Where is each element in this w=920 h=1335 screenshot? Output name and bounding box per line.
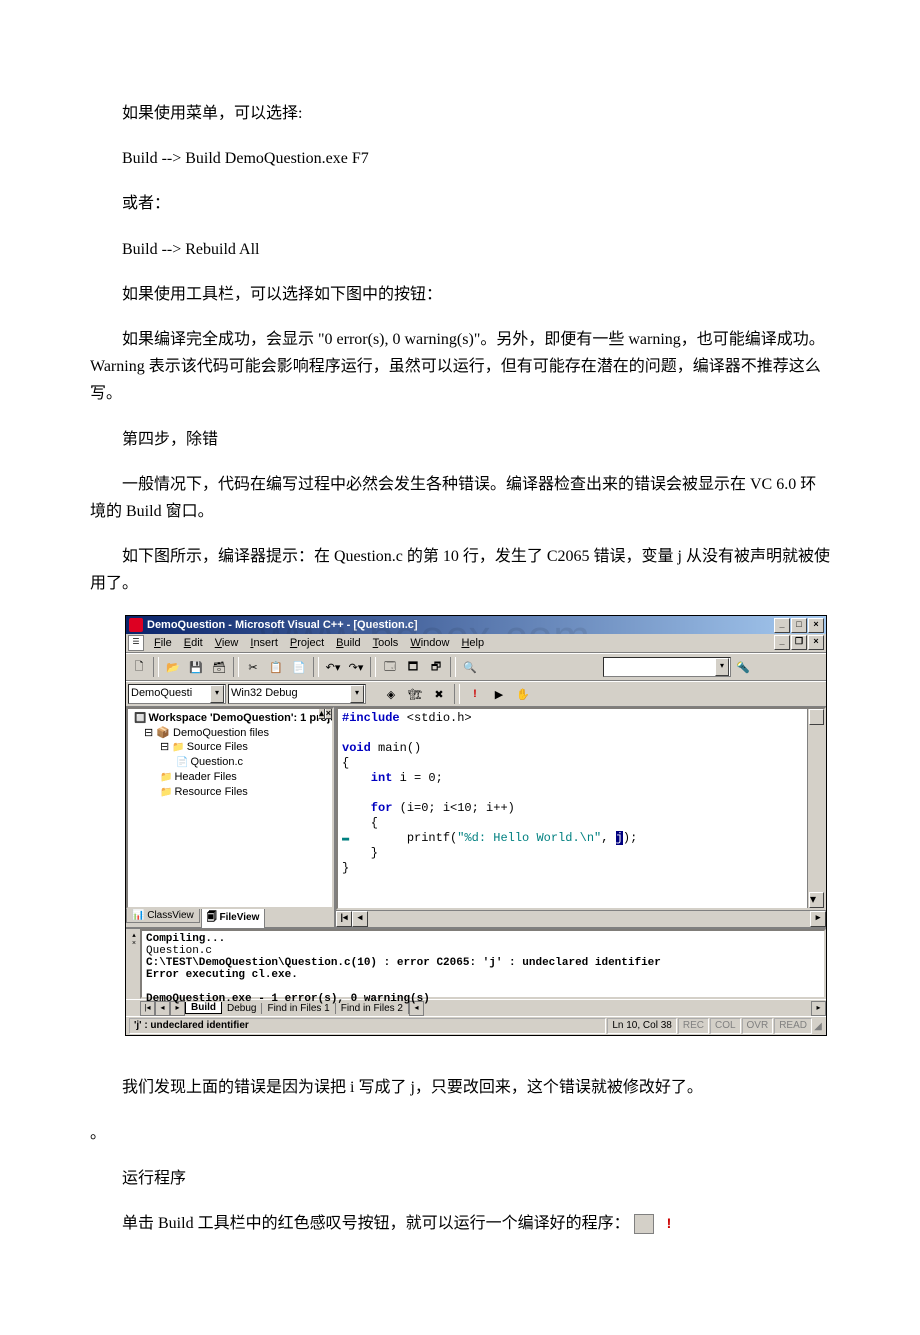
paragraph: 运行程序 (90, 1165, 830, 1192)
redo-icon[interactable]: ↷▾ (345, 656, 367, 678)
paragraph: 如果使用菜单，可以选择: (90, 100, 830, 127)
breakpoint-icon[interactable]: ✋ (512, 683, 534, 705)
status-read: READ (774, 1018, 812, 1034)
cut-icon[interactable]: ✂ (242, 656, 264, 678)
stop-build-icon[interactable]: ✖ (428, 683, 450, 705)
workspace-tree[interactable]: ▴× Workspace 'DemoQuestion': 1 project(s… (126, 707, 334, 909)
app-icon (129, 618, 143, 632)
saveall-icon[interactable]: 🗃 (208, 656, 230, 678)
menu-file[interactable]: File (148, 636, 178, 650)
tree-source-folder[interactable]: ⊟ Source Files (130, 740, 330, 755)
workspace-pane: ▴× Workspace 'DemoQuestion': 1 project(s… (126, 707, 336, 927)
tree-header-folder[interactable]: Header Files (130, 770, 330, 785)
tree-resource-folder[interactable]: Resource Files (130, 785, 330, 800)
out-nav-scroll-r[interactable]: ▸ (811, 1001, 826, 1016)
project-combo[interactable]: DemoQuesti (128, 684, 226, 704)
find-icon[interactable]: 🔍 (459, 656, 481, 678)
child-minimize-button[interactable]: _ (774, 635, 790, 650)
paragraph: 第四步，除错 (90, 426, 830, 453)
output-icon[interactable]: 🗖 (402, 656, 424, 678)
compile-icon[interactable]: ◈ (380, 683, 402, 705)
child-restore-button[interactable]: ❐ (791, 635, 807, 650)
status-lncol: Ln 10, Col 38 (607, 1018, 677, 1034)
copy-icon[interactable]: 📋 (265, 656, 287, 678)
paragraph: 如下图所示，编译器提示：在 Question.c 的第 10 行，发生了 C20… (90, 543, 830, 597)
code-editor[interactable]: #include <stdio.h> void main() { int i =… (336, 707, 826, 910)
status-col: COL (710, 1018, 741, 1034)
menu-window[interactable]: Window (404, 636, 455, 650)
tab-classview[interactable]: 📊 ClassView (126, 909, 200, 923)
spacer (90, 1036, 830, 1056)
status-rec: REC (678, 1018, 709, 1034)
output-pane: ▴×Compiling... Question.c C:\TEST\DemoQu… (126, 927, 826, 1016)
status-message: 'j' : undeclared identifier (129, 1018, 606, 1034)
menu-edit[interactable]: Edit (178, 636, 209, 650)
close-button[interactable]: × (808, 618, 824, 633)
menu-bar: ☰ File Edit View Insert Project Build To… (126, 634, 826, 653)
paragraph: 一般情况下，代码在编写过程中必然会发生各种错误。编译器检查出来的错误会被显示在 … (90, 471, 830, 525)
status-ovr: OVR (742, 1018, 774, 1034)
tree-question-c[interactable]: Question.c (130, 755, 330, 770)
paragraph: Build --> Rebuild All (90, 236, 830, 263)
menu-view[interactable]: View (209, 636, 245, 650)
paragraph: 单击 Build 工具栏中的红色感叹号按钮，就可以运行一个编译好的程序： ! (90, 1210, 830, 1237)
open-icon[interactable]: 📂 (162, 656, 184, 678)
maximize-button[interactable]: □ (791, 618, 807, 633)
go-icon[interactable]: ▶ (488, 683, 510, 705)
mdi-doc-icon[interactable]: ☰ (128, 635, 144, 651)
window-title: DemoQuestion - Microsoft Visual C++ - [Q… (147, 619, 418, 631)
execute-icon-inline: ! (634, 1214, 654, 1234)
undo-icon[interactable]: ↶▾ (322, 656, 344, 678)
paragraph: Build --> Build DemoQuestion.exe F7 (90, 145, 830, 172)
workspace-tabs: 📊 ClassView 🗐 FileView (126, 909, 334, 927)
tree-workspace[interactable]: Workspace 'DemoQuestion': 1 project(s) (130, 711, 330, 726)
config-combo[interactable]: Win32 Debug (228, 684, 366, 704)
editor-vscroll[interactable]: ▾ (807, 709, 824, 908)
editor-hscroll[interactable]: |◂ ◂ ▸ (336, 910, 826, 927)
menu-build[interactable]: Build (330, 636, 366, 650)
title-bar: DemoQuestion - Microsoft Visual C++ - [Q… (126, 616, 826, 634)
tree-project[interactable]: ⊟ 📦 DemoQuestion files (130, 726, 330, 740)
tab-fileview[interactable]: 🗐 FileView (201, 909, 266, 929)
paragraph: 。 (90, 1120, 830, 1147)
execute-icon[interactable]: ! (464, 683, 486, 705)
windowlist-icon[interactable]: 🗗 (425, 656, 447, 678)
build-output[interactable]: ▴×Compiling... Question.c C:\TEST\DemoQu… (140, 929, 826, 999)
build-toolbar: DemoQuesti Win32 Debug ◈ 🏗 ✖ ! ▶ ✋ (126, 681, 826, 706)
workspace-icon[interactable]: 🗔 (379, 656, 401, 678)
find-combo[interactable] (603, 657, 731, 677)
search-icon[interactable]: 🔦 (732, 656, 754, 678)
status-bar: 'j' : undeclared identifier Ln 10, Col 3… (126, 1016, 826, 1035)
vc-screenshot: DemoQuestion - Microsoft Visual C++ - [Q… (125, 615, 827, 1036)
child-close-button[interactable]: × (808, 635, 824, 650)
build-icon[interactable]: 🏗 (404, 683, 426, 705)
menu-tools[interactable]: Tools (367, 636, 405, 650)
paragraph: 或者： (90, 190, 830, 217)
standard-toolbar: 🗋 📂 💾 🗃 ✂ 📋 📄 ↶▾ ↷▾ 🗔 🗖 🗗 🔍 🔦 (126, 653, 826, 681)
paragraph: 如果编译完全成功，会显示 "0 error(s), 0 warning(s)"。… (90, 326, 830, 408)
menu-project[interactable]: Project (284, 636, 330, 650)
paragraph: 如果使用工具栏，可以选择如下图中的按钮： (90, 281, 830, 308)
paste-icon[interactable]: 📄 (288, 656, 310, 678)
paragraph: 我们发现上面的错误是因为误把 i 写成了 j，只要改回来，这个错误就被修改好了。 (90, 1074, 830, 1101)
new-icon[interactable]: 🗋 (128, 656, 150, 678)
menu-insert[interactable]: Insert (244, 636, 284, 650)
save-icon[interactable]: 💾 (185, 656, 207, 678)
menu-help[interactable]: Help (455, 636, 490, 650)
minimize-button[interactable]: _ (774, 618, 790, 633)
